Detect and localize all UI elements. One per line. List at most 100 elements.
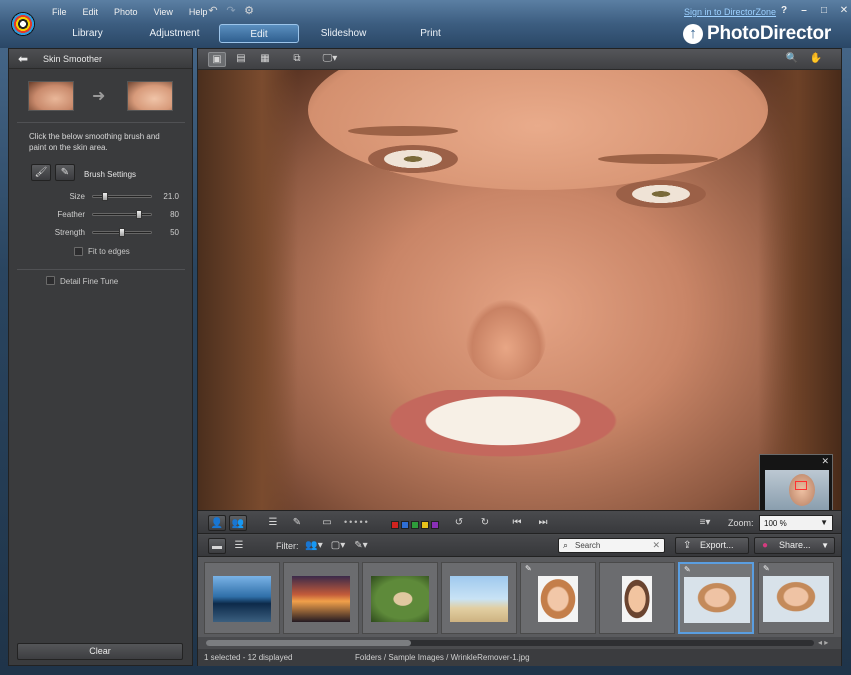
feather-slider[interactable]	[92, 210, 152, 219]
size-slider[interactable]	[92, 192, 152, 201]
clear-button[interactable]: Clear	[17, 643, 183, 660]
menu-photo[interactable]: Photo	[106, 3, 146, 21]
thumbnail-item[interactable]	[204, 562, 280, 634]
color-label-red[interactable]	[391, 521, 399, 529]
export-button[interactable]: ⇪ Export...	[675, 537, 749, 554]
rating-dots[interactable]: •••••	[344, 517, 370, 527]
color-label-yellow[interactable]	[421, 521, 429, 529]
filter-box-icon[interactable]: ▢▾	[328, 538, 348, 554]
close-icon[interactable]: ✕	[821, 456, 829, 467]
divider	[17, 122, 185, 123]
next-icon[interactable]: ⏭	[534, 515, 552, 531]
single-face-icon[interactable]: 👤	[208, 515, 226, 531]
zoom-tool-icon[interactable]: 🔍	[783, 52, 801, 67]
minimize-button[interactable]: –	[796, 5, 812, 17]
color-label-purple[interactable]	[431, 521, 439, 529]
previous-icon[interactable]: ⏮	[508, 515, 526, 531]
undo-icon[interactable]: ↶	[206, 5, 220, 17]
strength-slider-thumb[interactable]	[119, 228, 125, 237]
rotate-right-icon[interactable]: ↻	[476, 515, 494, 531]
gear-icon[interactable]: ⚙	[242, 5, 256, 17]
window-controls: ? – □ ✕	[776, 5, 851, 17]
instructions-text: Click the below smoothing brush and pain…	[29, 132, 160, 152]
photo-eyebrow-left	[348, 126, 458, 136]
filter-faces-icon[interactable]: 👥▾	[302, 538, 326, 554]
fit-to-edges-checkbox[interactable]	[74, 247, 83, 256]
tab-adjustment[interactable]: Adjustment	[131, 24, 218, 43]
label-icon[interactable]: ▭	[318, 515, 336, 531]
navigator-panel[interactable]: ✕	[759, 454, 833, 510]
thumbnail-item[interactable]	[283, 562, 359, 634]
maximize-button[interactable]: □	[816, 5, 832, 17]
image-view-icon[interactable]: ▤	[232, 52, 250, 67]
zoom-select[interactable]: 100 % ▼	[759, 515, 833, 531]
color-label-blue[interactable]	[401, 521, 409, 529]
thumbnail-item[interactable]: ✎	[520, 562, 596, 634]
compare-view-icon[interactable]: ⧉	[288, 52, 306, 67]
back-arrow-icon[interactable]: ⬅	[13, 53, 33, 65]
grid-view-icon[interactable]: ▦	[256, 52, 274, 67]
clear-search-icon[interactable]: ✕	[652, 540, 660, 551]
menu-view[interactable]: View	[146, 3, 181, 21]
color-label-green[interactable]	[411, 521, 419, 529]
detail-fine-tune-label: Detail Fine Tune	[60, 277, 119, 286]
size-slider-thumb[interactable]	[102, 192, 109, 201]
search-input[interactable]: ⌕ Search ✕	[558, 538, 665, 553]
detail-fine-tune-checkbox[interactable]	[46, 276, 55, 285]
filter-pen-icon[interactable]: ✎▾	[350, 538, 372, 554]
tag-icon[interactable]: ✎	[288, 515, 306, 531]
smoothing-brush-button[interactable]: 🖌	[31, 164, 51, 181]
multi-face-icon[interactable]: 👥	[229, 515, 247, 531]
hand-tool-icon[interactable]: ✋	[807, 52, 825, 67]
brand-name: PhotoDirector	[707, 23, 832, 44]
photo-eye-left	[368, 145, 458, 173]
thumbnail-item-selected[interactable]: ✎	[678, 562, 754, 634]
mode-tabs: Library Adjustment Edit Slideshow Print	[44, 24, 474, 44]
tab-edit[interactable]: Edit	[219, 24, 299, 43]
thumbnail-item[interactable]	[599, 562, 675, 634]
feather-slider-thumb[interactable]	[136, 210, 143, 219]
thumbnail-item[interactable]	[362, 562, 438, 634]
chevron-down-icon: ▼	[820, 518, 828, 527]
scrollbar-thumb[interactable]	[206, 640, 411, 646]
eraser-brush-button[interactable]: ✎	[55, 164, 75, 181]
filmstrip-view-icon[interactable]: ▬	[208, 538, 226, 554]
feather-label: Feather	[57, 210, 85, 219]
search-placeholder: Search	[575, 541, 601, 550]
rotate-left-icon[interactable]: ↺	[450, 515, 468, 531]
panel-title: Skin Smoother	[43, 54, 103, 64]
menu-file[interactable]: File	[44, 3, 75, 21]
signin-link[interactable]: Sign in to DirectorZone	[684, 7, 776, 17]
strength-slider[interactable]	[92, 228, 152, 237]
filmstrip-scrollbar[interactable]	[206, 640, 814, 646]
thumbnail-item[interactable]	[441, 562, 517, 634]
list-view-icon[interactable]: ☰	[230, 538, 248, 554]
tab-slideshow[interactable]: Slideshow	[300, 24, 387, 43]
scroll-arrows-icon[interactable]: ◂ ▸	[818, 638, 828, 647]
tab-library[interactable]: Library	[44, 24, 131, 43]
thumbnail-lake	[213, 576, 271, 622]
size-label: Size	[69, 192, 85, 201]
thumbnail-item[interactable]: ✎	[758, 562, 834, 634]
quick-toolbar: ↶ ↷ ⚙	[206, 5, 256, 17]
full-view-icon[interactable]: ▣	[208, 52, 226, 67]
tab-print[interactable]: Print	[387, 24, 474, 43]
photo-hair-right	[758, 70, 841, 510]
flag-icon[interactable]: ☰	[264, 515, 282, 531]
navigator-viewport[interactable]	[795, 481, 807, 490]
share-button[interactable]: ● Share... ▼	[754, 537, 835, 554]
status-bar: 1 selected - 12 displayed Folders / Samp…	[198, 649, 841, 666]
filter-label: Filter:	[276, 541, 299, 551]
close-button[interactable]: ✕	[836, 5, 851, 17]
brush-icon: 🖌	[34, 167, 48, 178]
chevron-down-icon: ▼	[821, 541, 829, 550]
help-button[interactable]: ?	[776, 5, 792, 17]
redo-icon[interactable]: ↷	[224, 5, 238, 17]
strength-value: 50	[170, 228, 179, 237]
strength-label: Strength	[54, 228, 85, 237]
edit-toolbar: 👤 👥 ☰ ✎ ▭ ••••• ↺ ↻ ⏮ ⏭ ≡▾ Zoom: 100 % ▼	[198, 510, 841, 534]
monitor-icon[interactable]: 🖵▾	[318, 52, 342, 67]
sort-menu-icon[interactable]: ≡▾	[694, 515, 716, 531]
menu-edit[interactable]: Edit	[75, 3, 107, 21]
photo-canvas[interactable]: ✕	[198, 70, 841, 510]
